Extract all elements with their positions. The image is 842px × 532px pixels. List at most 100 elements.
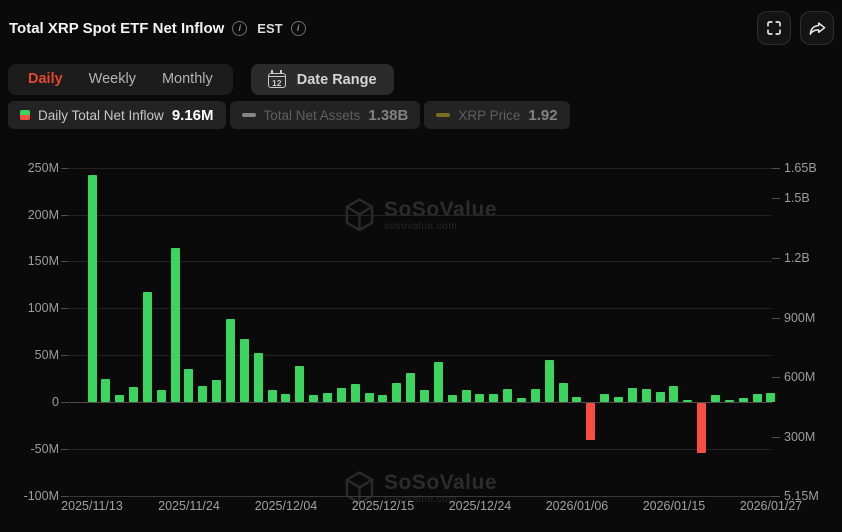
bar-2025/12/19[interactable] xyxy=(433,361,443,402)
bar-2025/12/02[interactable] xyxy=(253,353,263,402)
right-axis-label: 1.2B xyxy=(784,250,810,265)
bar-2025/12/01[interactable] xyxy=(239,339,249,402)
left-axis-tick xyxy=(61,308,69,310)
bar-2025/11/28[interactable] xyxy=(226,318,236,402)
gridline-250M xyxy=(70,167,772,169)
bar-2026/01/12[interactable] xyxy=(627,387,637,402)
bar-2026/01/27[interactable] xyxy=(766,393,776,402)
legend-item-2[interactable]: XRP Price 1.92 xyxy=(424,101,570,129)
left-axis-tick xyxy=(61,214,69,216)
x-axis-label: 2025/12/15 xyxy=(351,499,415,513)
bar-2025/11/26[interactable] xyxy=(212,380,222,402)
bar-2025/12/26[interactable] xyxy=(489,393,499,402)
chart-header: Total XRP Spot ETF Net Inflow i EST i xyxy=(9,9,834,47)
date-range-button[interactable]: 12 Date Range xyxy=(250,64,394,95)
timezone-info-icon[interactable]: i xyxy=(290,20,306,36)
right-axis-tick xyxy=(772,377,780,379)
bar-2026/01/05[interactable] xyxy=(558,383,568,402)
bar-2025/12/08[interactable] xyxy=(309,394,319,402)
left-axis-label: 200M xyxy=(27,207,59,222)
right-axis-tick xyxy=(772,317,780,319)
tab-daily[interactable]: Daily xyxy=(15,64,76,95)
bar-2025/12/12[interactable] xyxy=(364,392,374,402)
right-axis-tick xyxy=(772,257,780,259)
bar-2025/12/15[interactable] xyxy=(378,395,388,402)
bar-2025/12/17[interactable] xyxy=(406,372,416,402)
watermark-brand: SoSoValue xyxy=(383,197,498,221)
fullscreen-button[interactable] xyxy=(757,11,791,45)
bar-2025/12/04[interactable] xyxy=(281,393,291,402)
bar-2025/11/24[interactable] xyxy=(184,369,194,402)
bar-2026/01/20[interactable] xyxy=(697,403,707,453)
bar-2026/01/06[interactable] xyxy=(572,397,582,402)
chart-canvas: SoSoValue sosovalue.com SoSoValue sosova… xyxy=(0,140,842,532)
bar-2025/12/16[interactable] xyxy=(392,383,402,402)
bar-2026/01/22[interactable] xyxy=(724,400,734,403)
bar-2026/01/07[interactable] xyxy=(586,403,596,440)
left-axis-label: -50M xyxy=(30,441,59,456)
bar-2025/11/17[interactable] xyxy=(115,394,125,402)
bar-2025/12/18[interactable] xyxy=(420,389,430,402)
bar-2026/01/26[interactable] xyxy=(752,393,762,402)
left-axis-label: 100M xyxy=(27,301,59,316)
right-axis-label: 1.5B xyxy=(784,190,810,205)
bar-2026/01/16[interactable] xyxy=(683,400,693,403)
right-axis-label: 600M xyxy=(784,370,816,385)
x-axis-label: 2025/12/04 xyxy=(254,499,318,513)
bar-2025/11/18[interactable] xyxy=(129,387,139,402)
x-axis-label: 2025/11/24 xyxy=(158,499,220,513)
bar-2025/11/21[interactable] xyxy=(170,248,180,402)
bar-2025/12/22[interactable] xyxy=(447,394,457,402)
left-axis-label: 0 xyxy=(52,395,59,409)
bar-2026/01/23[interactable] xyxy=(738,398,748,402)
bar-2025/12/31[interactable] xyxy=(530,388,540,402)
x-axis-label: 2026/01/27 xyxy=(739,499,803,513)
tab-monthly[interactable]: Monthly xyxy=(149,64,226,95)
left-axis-label: 250M xyxy=(27,160,59,175)
bar-2025/12/05[interactable] xyxy=(295,366,305,402)
tab-weekly[interactable]: Weekly xyxy=(76,64,149,95)
right-axis-label: 300M xyxy=(784,430,816,445)
bar-2025/11/14[interactable] xyxy=(101,378,111,402)
bar-2026/01/21[interactable] xyxy=(711,394,721,402)
legend-value: 9.16M xyxy=(171,106,214,124)
right-axis-tick xyxy=(772,197,780,199)
olive-dash-icon xyxy=(436,113,451,117)
gray-dash-icon xyxy=(241,113,256,117)
legend-value: 1.92 xyxy=(528,106,558,124)
bar-2026/01/13[interactable] xyxy=(641,388,651,402)
bar-2025/12/24[interactable] xyxy=(475,393,485,402)
watermark-brand: SoSoValue xyxy=(383,470,498,494)
right-axis-tick xyxy=(772,168,780,169)
bar-2025/12/29[interactable] xyxy=(503,388,513,402)
bar-2025/12/09[interactable] xyxy=(323,392,333,402)
bar-2025/11/13[interactable] xyxy=(87,175,97,402)
bar-2026/01/08[interactable] xyxy=(600,393,610,402)
bar-2026/01/09[interactable] xyxy=(614,397,624,402)
bar-2025/11/25[interactable] xyxy=(198,386,208,402)
gridline-0 xyxy=(70,402,772,403)
bar-2026/01/15[interactable] xyxy=(669,386,679,402)
x-axis-label: 2025/12/24 xyxy=(448,499,512,513)
left-axis-label: 150M xyxy=(27,254,59,269)
date-range-label: Date Range xyxy=(296,71,377,88)
left-axis-label: 50M xyxy=(34,348,59,363)
title-info-icon[interactable]: i xyxy=(232,20,248,36)
bar-2026/01/02[interactable] xyxy=(544,359,554,402)
share-button[interactable] xyxy=(800,11,834,45)
bar-2026/01/14[interactable] xyxy=(655,391,665,402)
gridline--100M xyxy=(70,495,772,497)
bar-2025/12/23[interactable] xyxy=(461,389,471,402)
gridline--50M xyxy=(70,448,772,450)
legend-item-1[interactable]: Total Net Assets 1.38B xyxy=(229,101,421,129)
bar-2025/11/19[interactable] xyxy=(142,292,152,402)
bar-2025/12/30[interactable] xyxy=(517,398,527,402)
legend-item-0[interactable]: Daily Total Net Inflow 9.16M xyxy=(8,101,226,129)
watermark-domain: sosovalue.com xyxy=(383,220,458,232)
bar-2025/12/03[interactable] xyxy=(267,389,277,402)
bar-2025/12/11[interactable] xyxy=(350,384,360,402)
timezone-label: EST xyxy=(257,20,283,36)
bar-2025/12/10[interactable] xyxy=(336,387,346,402)
bar-2025/11/20[interactable] xyxy=(156,389,166,402)
x-axis-label: 2025/11/13 xyxy=(61,499,123,513)
